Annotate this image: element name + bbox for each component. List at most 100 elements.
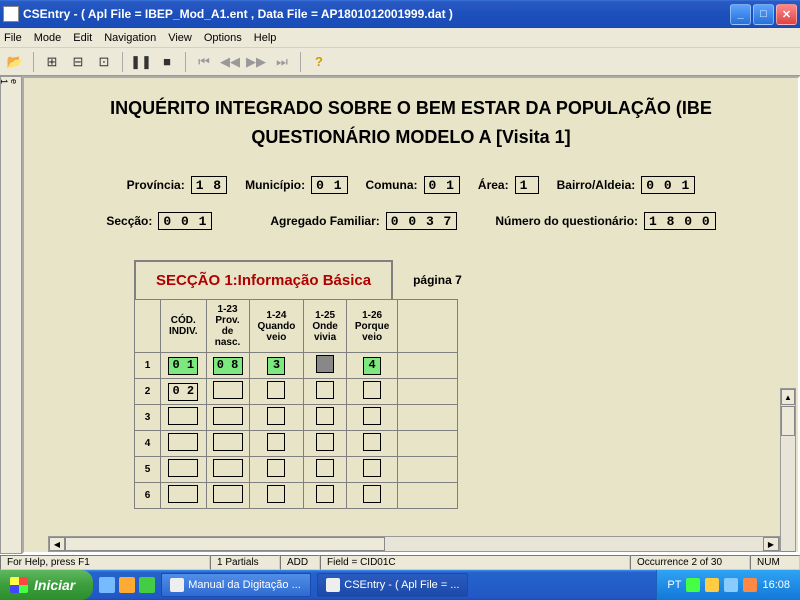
task-item-2[interactable]: CSEntry - ( Apl File = ...: [317, 573, 468, 597]
cell-input[interactable]: [267, 407, 285, 425]
cell-input[interactable]: 3: [267, 357, 285, 375]
table-cell-empty: [398, 483, 458, 509]
menu-options[interactable]: Options: [204, 32, 242, 44]
cell-input[interactable]: [168, 433, 198, 451]
table-cell: [206, 379, 249, 405]
quick-icon-1[interactable]: [99, 577, 115, 593]
help-icon[interactable]: ?: [308, 51, 330, 73]
quick-icon-3[interactable]: [139, 577, 155, 593]
cell-input[interactable]: [267, 485, 285, 503]
table-header: CÓD.INDIV.: [161, 300, 207, 353]
cell-input[interactable]: [213, 433, 243, 451]
cell-input[interactable]: [213, 459, 243, 477]
tree-add-icon[interactable]: ⊞: [41, 51, 63, 73]
cell-input[interactable]: [363, 433, 381, 451]
minimize-button[interactable]: _: [730, 4, 751, 25]
cell-input[interactable]: [363, 485, 381, 503]
cell-input[interactable]: [267, 459, 285, 477]
cell-input[interactable]: [213, 381, 243, 399]
cell-input[interactable]: [168, 407, 198, 425]
close-button[interactable]: ✕: [776, 4, 797, 25]
tree-del-icon[interactable]: ⊟: [67, 51, 89, 73]
vertical-scrollbar[interactable]: ▲ ▼: [780, 388, 796, 554]
cell-input[interactable]: [316, 381, 334, 399]
cell-input[interactable]: [316, 485, 334, 503]
cell-input[interactable]: [267, 433, 285, 451]
titlebar: CSEntry - ( Apl File = IBEP_Mod_A1.ent ,…: [0, 0, 800, 28]
menu-edit[interactable]: Edit: [73, 32, 92, 44]
bairro-label: Bairro/Aldeia:: [557, 178, 636, 192]
cell-input[interactable]: [316, 433, 334, 451]
status-partials: 1 Partials: [210, 555, 280, 570]
next-icon[interactable]: ▶▶: [245, 51, 267, 73]
cell-input[interactable]: [213, 407, 243, 425]
scroll-right-icon[interactable]: ▶: [763, 537, 779, 551]
tray-icon-1[interactable]: [686, 578, 700, 592]
first-icon[interactable]: ⏮: [193, 51, 215, 73]
menu-help[interactable]: Help: [254, 32, 277, 44]
csentry-icon: [326, 578, 340, 592]
provincia-value[interactable]: 1 8: [191, 176, 227, 194]
agregado-value[interactable]: 0 0 3 7: [386, 212, 458, 230]
quick-icon-2[interactable]: [119, 577, 135, 593]
tray-clock[interactable]: 16:08: [762, 579, 790, 591]
cell-input[interactable]: 0 1: [168, 357, 198, 375]
scroll-left-icon[interactable]: ◀: [49, 537, 65, 551]
table-header: [135, 300, 161, 353]
cell-input[interactable]: [168, 459, 198, 477]
numero-value[interactable]: 1 8 0 0: [644, 212, 716, 230]
prev-icon[interactable]: ◀◀: [219, 51, 241, 73]
row-number: 6: [135, 483, 161, 509]
task-label-2: CSEntry - ( Apl File = ...: [344, 579, 459, 591]
area-label: Área:: [478, 178, 509, 192]
menu-navigation[interactable]: Navigation: [104, 32, 156, 44]
tray-icon-4[interactable]: [743, 578, 757, 592]
cell-input[interactable]: [213, 485, 243, 503]
horizontal-scrollbar[interactable]: ◀ ▶: [48, 536, 780, 552]
tray-icon-3[interactable]: [724, 578, 738, 592]
cell-input[interactable]: 4: [363, 357, 381, 375]
table-cell: [161, 457, 207, 483]
tray-lang[interactable]: PT: [667, 579, 681, 591]
cell-input[interactable]: [168, 485, 198, 503]
table-cell: [249, 483, 304, 509]
cell-input[interactable]: [316, 355, 334, 373]
area-value[interactable]: 1: [515, 176, 539, 194]
scroll-thumb[interactable]: [781, 406, 795, 436]
cell-input[interactable]: [363, 459, 381, 477]
windows-logo-icon: [10, 577, 28, 593]
menu-view[interactable]: View: [168, 32, 192, 44]
comuna-value[interactable]: 0 1: [424, 176, 460, 194]
open-icon[interactable]: 📂: [4, 51, 26, 73]
last-icon[interactable]: ⏭: [271, 51, 293, 73]
system-tray: PT 16:08: [656, 570, 800, 600]
menu-file[interactable]: File: [4, 32, 22, 44]
maximize-button[interactable]: □: [753, 4, 774, 25]
table-cell: 0 8: [206, 353, 249, 379]
field-row-2: Secção:0 0 1 Agregado Familiar:0 0 3 7 N…: [54, 212, 768, 230]
cell-input[interactable]: [363, 381, 381, 399]
stop-icon[interactable]: ■: [156, 51, 178, 73]
scroll-up-icon[interactable]: ▲: [781, 389, 795, 405]
pause-icon[interactable]: ❚❚: [130, 51, 152, 73]
cell-input[interactable]: [316, 459, 334, 477]
page-number: página 7: [413, 273, 462, 287]
table-cell: [206, 431, 249, 457]
cell-input[interactable]: 0 2: [168, 383, 198, 401]
tree-node-icon[interactable]: ⊡: [93, 51, 115, 73]
menu-mode[interactable]: Mode: [34, 32, 62, 44]
cell-input[interactable]: [363, 407, 381, 425]
seccao-value[interactable]: 0 0 1: [158, 212, 212, 230]
bairro-value[interactable]: 0 0 1: [641, 176, 695, 194]
table-header: 1-23Prov.denasc.: [206, 300, 249, 353]
side-panel[interactable]: e1: [0, 76, 22, 554]
start-button[interactable]: Iniciar: [0, 570, 93, 600]
table-cell: [161, 405, 207, 431]
tray-icon-2[interactable]: [705, 578, 719, 592]
cell-input[interactable]: 0 8: [213, 357, 243, 375]
task-item-1[interactable]: Manual da Digitação ...: [161, 573, 311, 597]
municipio-value[interactable]: 0 1: [311, 176, 347, 194]
hscroll-thumb[interactable]: [65, 537, 385, 551]
cell-input[interactable]: [267, 381, 285, 399]
cell-input[interactable]: [316, 407, 334, 425]
